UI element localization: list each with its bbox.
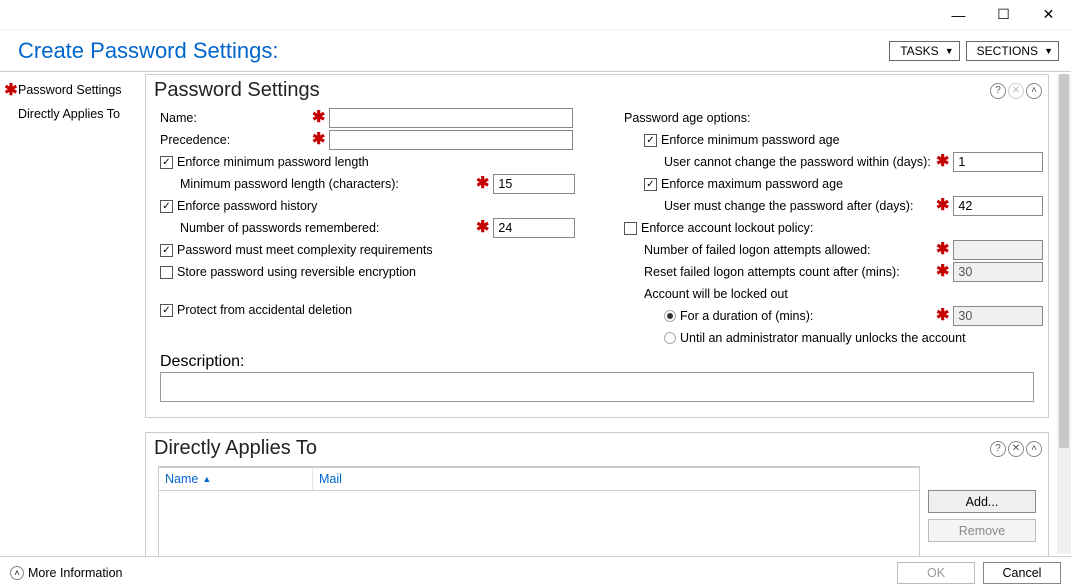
page-title: Create Password Settings: xyxy=(18,38,278,64)
cancel-button[interactable]: Cancel xyxy=(983,562,1061,584)
section-title: Password Settings xyxy=(154,79,320,102)
sidebar: ✱ Password Settings ✱ Directly Applies T… xyxy=(0,72,143,556)
window-titlebar: — ☐ ✕ xyxy=(0,0,1071,30)
ok-button: OK xyxy=(897,562,975,584)
enforce-history-checkbox[interactable] xyxy=(160,200,173,213)
expand-up-icon[interactable]: ˄ xyxy=(10,566,24,580)
sidebar-item-label: Directly Applies To xyxy=(18,107,120,121)
lockout-duration-input[interactable] xyxy=(953,306,1043,326)
history-input[interactable] xyxy=(493,218,575,238)
collapse-icon[interactable]: ˄ xyxy=(1026,441,1042,457)
max-age-label: Enforce maximum password age xyxy=(661,177,843,191)
section-title: Directly Applies To xyxy=(154,437,317,460)
help-icon[interactable]: ? xyxy=(990,83,1006,99)
required-icon: ✱ xyxy=(936,242,949,258)
section-password-settings: Password Settings ? ✕ ˄ Name: ✱ xyxy=(145,74,1049,418)
enforce-history-label: Enforce password history xyxy=(177,199,317,213)
lockout-reset-input[interactable] xyxy=(953,262,1043,282)
footer: ˄ More Information OK Cancel xyxy=(0,556,1071,588)
maximize-button[interactable]: ☐ xyxy=(981,0,1026,30)
min-age-checkbox[interactable] xyxy=(644,134,657,147)
age-heading: Password age options: xyxy=(624,111,750,125)
sections-dropdown[interactable]: SECTIONS xyxy=(966,41,1059,61)
scrollbar-thumb[interactable] xyxy=(1059,74,1069,448)
lockout-reset-label: Reset failed logon attempts count after … xyxy=(644,265,932,279)
sidebar-item-directly-applies-to[interactable]: ✱ Directly Applies To xyxy=(0,102,143,126)
protect-label: Protect from accidental deletion xyxy=(177,303,352,317)
max-age-sub-label: User must change the password after (day… xyxy=(664,199,932,213)
sidebar-item-label: Password Settings xyxy=(18,83,122,97)
required-icon: ✱ xyxy=(476,220,489,236)
collapse-icon[interactable]: ˄ xyxy=(1026,83,1042,99)
tasks-dropdown[interactable]: TASKS xyxy=(889,41,959,61)
close-button[interactable]: ✕ xyxy=(1026,0,1071,30)
description-label: Description: xyxy=(160,353,244,371)
section-directly-applies-to: Directly Applies To ? ✕ ˄ Name ▲ xyxy=(145,432,1049,556)
required-icon: ✱ xyxy=(936,264,949,280)
lockout-duration-radio[interactable] xyxy=(664,310,676,322)
required-icon: ✱ xyxy=(936,198,949,214)
reversible-checkbox[interactable] xyxy=(160,266,173,279)
clear-icon: ✕ xyxy=(1008,83,1024,99)
lockout-admin-radio[interactable] xyxy=(664,332,676,344)
required-icon: ✱ xyxy=(936,308,949,324)
name-input[interactable] xyxy=(329,108,573,128)
main-content: Password Settings ? ✕ ˄ Name: ✱ xyxy=(143,72,1071,556)
lockout-heading: Account will be locked out xyxy=(644,287,788,301)
name-label: Name: xyxy=(160,111,308,125)
column-header-name[interactable]: Name ▲ xyxy=(159,468,313,490)
required-icon: ✱ xyxy=(936,154,949,170)
complexity-checkbox[interactable] xyxy=(160,244,173,257)
complexity-label: Password must meet complexity requiremen… xyxy=(177,243,433,257)
applies-to-table: Name ▲ Mail xyxy=(158,466,920,556)
sidebar-item-password-settings[interactable]: ✱ Password Settings xyxy=(0,78,143,102)
add-button[interactable]: Add... xyxy=(928,490,1036,513)
sort-asc-icon: ▲ xyxy=(202,474,211,484)
enforce-min-length-checkbox[interactable] xyxy=(160,156,173,169)
minimize-button[interactable]: — xyxy=(936,0,981,30)
reversible-label: Store password using reversible encrypti… xyxy=(177,265,416,279)
vertical-scrollbar[interactable] xyxy=(1057,74,1071,554)
lockout-attempts-input[interactable] xyxy=(953,240,1043,260)
help-icon[interactable]: ? xyxy=(990,441,1006,457)
lockout-label: Enforce account lockout policy: xyxy=(641,221,813,235)
precedence-input[interactable] xyxy=(329,130,573,150)
lockout-duration-label: For a duration of (mins): xyxy=(680,309,932,323)
min-age-label: Enforce minimum password age xyxy=(661,133,840,147)
min-length-sub-label: Minimum password length (characters): xyxy=(180,177,472,191)
page-header: Create Password Settings: TASKS SECTIONS xyxy=(0,30,1071,72)
remove-button: Remove xyxy=(928,519,1036,542)
required-icon: ✱ xyxy=(476,176,489,192)
lockout-checkbox[interactable] xyxy=(624,222,637,235)
description-input[interactable] xyxy=(160,372,1034,402)
min-age-input[interactable] xyxy=(953,152,1043,172)
precedence-label: Precedence: xyxy=(160,133,308,147)
column-header-mail[interactable]: Mail xyxy=(313,468,919,490)
required-icon: ✱ xyxy=(312,110,325,126)
required-icon: ✱ xyxy=(312,132,325,148)
min-age-sub-label: User cannot change the password within (… xyxy=(664,155,932,169)
column-label: Name xyxy=(165,472,198,486)
max-age-input[interactable] xyxy=(953,196,1043,216)
history-sub-label: Number of passwords remembered: xyxy=(180,221,472,235)
more-information-link[interactable]: More Information xyxy=(28,566,122,580)
table-body xyxy=(159,491,919,556)
enforce-min-length-label: Enforce minimum password length xyxy=(177,155,369,169)
min-length-input[interactable] xyxy=(493,174,575,194)
max-age-checkbox[interactable] xyxy=(644,178,657,191)
lockout-admin-label: Until an administrator manually unlocks … xyxy=(680,331,966,345)
lockout-attempts-label: Number of failed logon attempts allowed: xyxy=(644,243,932,257)
protect-checkbox[interactable] xyxy=(160,304,173,317)
clear-icon[interactable]: ✕ xyxy=(1008,441,1024,457)
required-icon: ✱ xyxy=(4,80,18,100)
